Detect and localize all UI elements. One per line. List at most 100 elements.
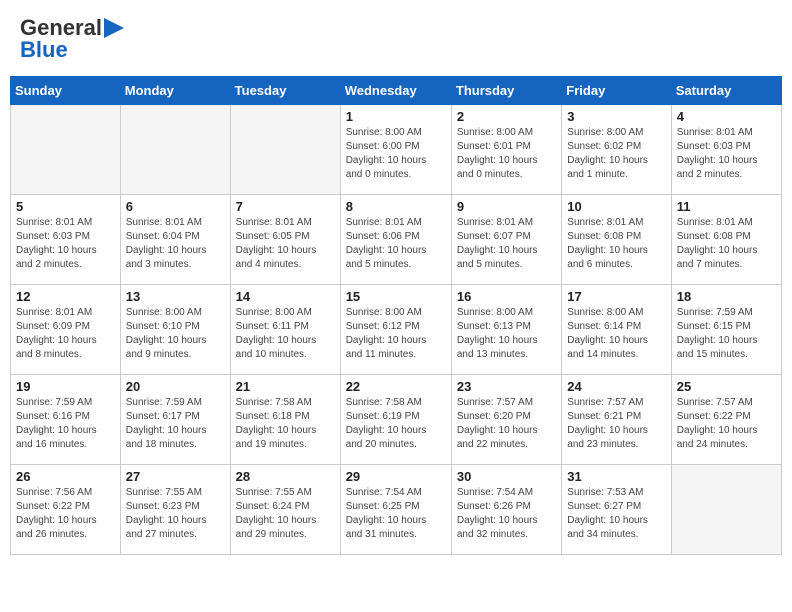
calendar-day-cell: 12Sunrise: 8:01 AMSunset: 6:09 PMDayligh… — [11, 285, 121, 375]
day-info-line: and 26 minutes. — [16, 529, 87, 540]
day-info-line: and 18 minutes. — [126, 439, 197, 450]
day-info-line: and 3 minutes. — [126, 259, 192, 270]
day-info: Sunrise: 8:00 AMSunset: 6:11 PMDaylight:… — [236, 306, 335, 362]
day-info-line: Sunset: 6:10 PM — [126, 321, 200, 332]
day-number: 18 — [677, 289, 776, 304]
calendar-week-row: 26Sunrise: 7:56 AMSunset: 6:22 PMDayligh… — [11, 465, 782, 555]
day-info-line: Sunrise: 7:59 AM — [16, 397, 92, 408]
day-info-line: Sunset: 6:09 PM — [16, 321, 90, 332]
day-info-line: and 4 minutes. — [236, 259, 302, 270]
day-info-line: Daylight: 10 hours — [457, 425, 538, 436]
day-info-line: Sunset: 6:24 PM — [236, 501, 310, 512]
day-info: Sunrise: 8:01 AMSunset: 6:07 PMDaylight:… — [457, 216, 556, 272]
day-info-line: Sunrise: 8:00 AM — [457, 307, 533, 318]
calendar-day-cell: 25Sunrise: 7:57 AMSunset: 6:22 PMDayligh… — [671, 375, 781, 465]
day-info-line: Sunrise: 7:54 AM — [457, 487, 533, 498]
day-number: 30 — [457, 469, 556, 484]
day-of-week-header: Thursday — [451, 77, 561, 105]
day-info-line: Sunset: 6:07 PM — [457, 231, 531, 242]
day-info-line: Daylight: 10 hours — [16, 515, 97, 526]
day-info: Sunrise: 8:01 AMSunset: 6:04 PMDaylight:… — [126, 216, 225, 272]
calendar-day-cell: 9 Sunrise: 8:01 AMSunset: 6:07 PMDaylight… — [451, 195, 561, 285]
day-info-line: and 23 minutes. — [567, 439, 638, 450]
day-of-week-header: Saturday — [671, 77, 781, 105]
day-number: 27 — [126, 469, 225, 484]
day-info-line: and 32 minutes. — [457, 529, 528, 540]
day-info-line: Daylight: 10 hours — [16, 245, 97, 256]
day-info-line: Sunset: 6:03 PM — [16, 231, 90, 242]
day-info: Sunrise: 7:55 AMSunset: 6:23 PMDaylight:… — [126, 486, 225, 542]
calendar-week-row: 12Sunrise: 8:01 AMSunset: 6:09 PMDayligh… — [11, 285, 782, 375]
day-number: 9 — [457, 199, 556, 214]
day-info-line: Daylight: 10 hours — [236, 245, 317, 256]
calendar-day-cell: 22Sunrise: 7:58 AMSunset: 6:19 PMDayligh… — [340, 375, 451, 465]
day-of-week-header: Friday — [562, 77, 671, 105]
day-number: 13 — [126, 289, 225, 304]
day-number: 29 — [346, 469, 446, 484]
day-info-line: Sunset: 6:06 PM — [346, 231, 420, 242]
day-info: Sunrise: 7:53 AMSunset: 6:27 PMDaylight:… — [567, 486, 665, 542]
day-info-line: and 10 minutes. — [236, 349, 307, 360]
day-info-line: Sunrise: 8:01 AM — [236, 217, 312, 228]
calendar-day-cell: 28Sunrise: 7:55 AMSunset: 6:24 PMDayligh… — [230, 465, 340, 555]
day-info-line: and 6 minutes. — [567, 259, 633, 270]
day-info-line: Sunset: 6:16 PM — [16, 411, 90, 422]
day-info-line: Sunset: 6:17 PM — [126, 411, 200, 422]
day-info-line: Daylight: 10 hours — [567, 425, 648, 436]
calendar-day-cell: 29 Sunrise: 7:54 AMSunset: 6:25 PMDayligh… — [340, 465, 451, 555]
day-number: 20 — [126, 379, 225, 394]
day-info-line: and 27 minutes. — [126, 529, 197, 540]
calendar-day-cell: 13Sunrise: 8:00 AMSunset: 6:10 PMDayligh… — [120, 285, 230, 375]
day-info: Sunrise: 8:01 AMSunset: 6:03 PMDaylight:… — [677, 126, 776, 182]
day-info-line: Sunrise: 8:01 AM — [567, 217, 643, 228]
day-info-line: Sunrise: 8:01 AM — [126, 217, 202, 228]
day-number: 3 — [567, 109, 665, 124]
day-info-line: and 0 minutes. — [346, 169, 412, 180]
calendar-day-cell: 19Sunrise: 7:59 AMSunset: 6:16 PMDayligh… — [11, 375, 121, 465]
day-info-line: Sunrise: 8:00 AM — [567, 127, 643, 138]
day-info: Sunrise: 7:59 AMSunset: 6:17 PMDaylight:… — [126, 396, 225, 452]
day-info-line: Sunset: 6:23 PM — [126, 501, 200, 512]
day-info-line: Sunset: 6:08 PM — [567, 231, 641, 242]
day-info-line: and 2 minutes. — [677, 169, 743, 180]
day-number: 15 — [346, 289, 446, 304]
day-info-line: Daylight: 10 hours — [567, 245, 648, 256]
calendar-day-cell: 31Sunrise: 7:53 AMSunset: 6:27 PMDayligh… — [562, 465, 671, 555]
day-info: Sunrise: 7:54 AMSunset: 6:25 PMDaylight:… — [346, 486, 446, 542]
day-info-line: and 1 minute. — [567, 169, 628, 180]
day-info-line: Daylight: 10 hours — [677, 425, 758, 436]
day-info-line: Daylight: 10 hours — [16, 335, 97, 346]
day-info: Sunrise: 7:55 AMSunset: 6:24 PMDaylight:… — [236, 486, 335, 542]
calendar-day-cell: 24Sunrise: 7:57 AMSunset: 6:21 PMDayligh… — [562, 375, 671, 465]
calendar-day-cell: 26Sunrise: 7:56 AMSunset: 6:22 PMDayligh… — [11, 465, 121, 555]
day-info: Sunrise: 8:00 AMSunset: 6:02 PMDaylight:… — [567, 126, 665, 182]
day-info-line: Sunrise: 8:00 AM — [346, 127, 422, 138]
day-info: Sunrise: 8:00 AMSunset: 6:13 PMDaylight:… — [457, 306, 556, 362]
day-number: 24 — [567, 379, 665, 394]
day-info-line: Sunrise: 8:01 AM — [677, 217, 753, 228]
day-info-line: Daylight: 10 hours — [346, 155, 427, 166]
day-info-line: Sunrise: 8:01 AM — [346, 217, 422, 228]
day-info-line: Sunset: 6:20 PM — [457, 411, 531, 422]
day-info-line: Daylight: 10 hours — [236, 515, 317, 526]
calendar-header-row: SundayMondayTuesdayWednesdayThursdayFrid… — [11, 77, 782, 105]
day-info-line: Daylight: 10 hours — [126, 335, 207, 346]
day-info: Sunrise: 7:54 AMSunset: 6:26 PMDaylight:… — [457, 486, 556, 542]
day-info: Sunrise: 8:01 AMSunset: 6:05 PMDaylight:… — [236, 216, 335, 272]
calendar-day-cell: 15 Sunrise: 8:00 AMSunset: 6:12 PMDayligh… — [340, 285, 451, 375]
calendar-table: SundayMondayTuesdayWednesdayThursdayFrid… — [10, 76, 782, 555]
day-number: 14 — [236, 289, 335, 304]
calendar-day-cell — [230, 105, 340, 195]
day-info-line: Sunrise: 7:53 AM — [567, 487, 643, 498]
calendar-day-cell: 10Sunrise: 8:01 AMSunset: 6:08 PMDayligh… — [562, 195, 671, 285]
day-info-line: and 13 minutes. — [457, 349, 528, 360]
calendar-day-cell: 7Sunrise: 8:01 AMSunset: 6:05 PMDaylight… — [230, 195, 340, 285]
day-info-line: Sunrise: 8:00 AM — [567, 307, 643, 318]
day-info-line: Sunrise: 7:59 AM — [677, 307, 753, 318]
day-info-line: Sunrise: 7:58 AM — [346, 397, 422, 408]
day-info: Sunrise: 8:00 AMSunset: 6:12 PMDaylight:… — [346, 306, 446, 362]
day-info-line: Sunset: 6:27 PM — [567, 501, 641, 512]
day-info-line: Daylight: 10 hours — [677, 155, 758, 166]
calendar-week-row: 19Sunrise: 7:59 AMSunset: 6:16 PMDayligh… — [11, 375, 782, 465]
day-info-line: and 9 minutes. — [126, 349, 192, 360]
